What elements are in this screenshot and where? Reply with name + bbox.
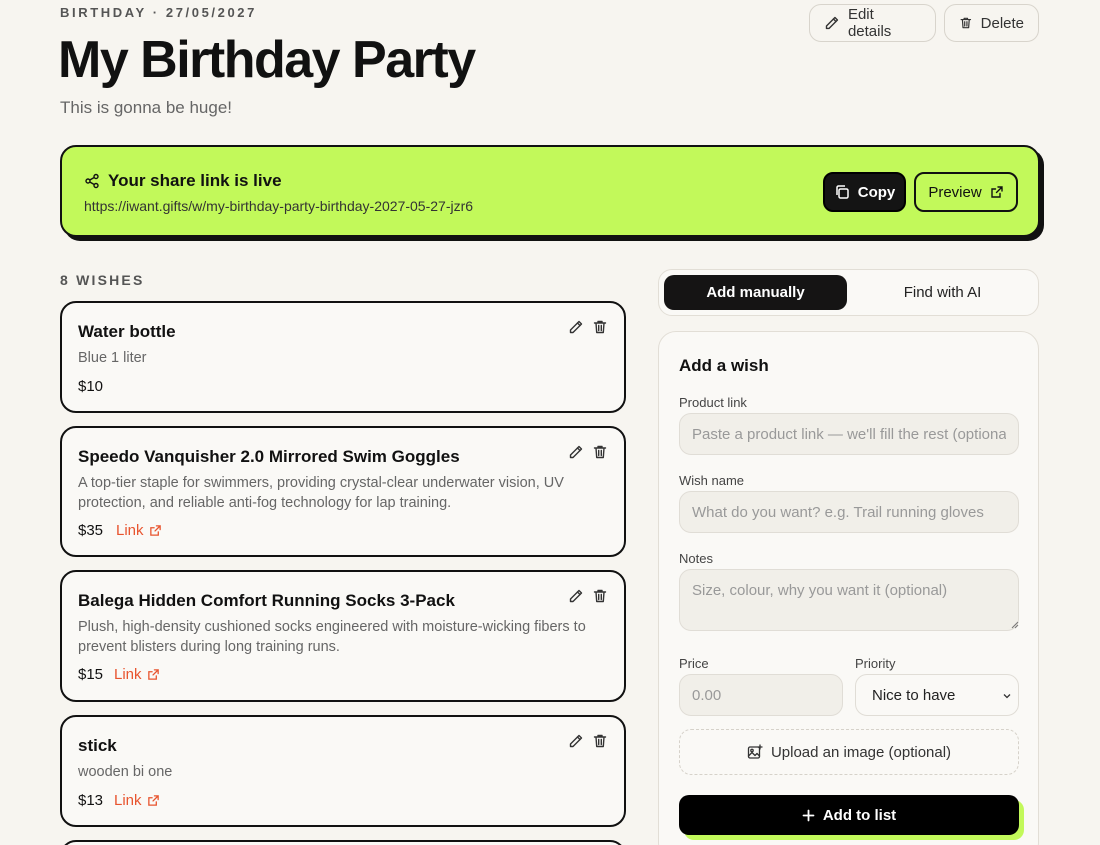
wish-link-label: Link <box>114 792 142 809</box>
add-mode-tabs: Add manually Find with AI <box>658 269 1039 316</box>
wish-link[interactable]: Link <box>114 666 160 683</box>
resize-handle-icon[interactable] <box>1011 621 1019 629</box>
plus-icon <box>802 809 815 821</box>
trash-icon[interactable] <box>592 444 608 460</box>
wish-card[interactable]: Water bottle Blue 1 liter $10 <box>60 301 626 413</box>
wish-name-label: Wish name <box>679 473 745 488</box>
pencil-icon[interactable] <box>568 588 584 604</box>
trash-icon <box>960 17 972 29</box>
wish-notes: wooden bi one <box>78 764 173 780</box>
wish-link-label: Link <box>116 522 144 539</box>
wish-price: $10 <box>78 378 104 395</box>
wish-price: $15 <box>78 666 104 683</box>
price-label: Price <box>679 656 709 671</box>
event-subtitle: This is gonna be huge! <box>60 98 233 117</box>
wish-price: $13 <box>78 792 104 809</box>
wish-name: Speedo Vanquisher 2.0 Mirrored Swim Gogg… <box>78 447 460 466</box>
priority-select[interactable]: Nice to have <box>855 674 1019 716</box>
upload-label: Upload an image (optional) <box>770 743 952 761</box>
share-link-banner: Your share link is live https://iwant.gi… <box>60 145 1040 237</box>
chevron-down-icon <box>1003 694 1011 699</box>
share-icon <box>85 173 99 189</box>
form-title: Add a wish <box>679 356 769 375</box>
wishes-count: 8 WISHES <box>60 272 145 288</box>
wish-price: $35 <box>78 522 104 539</box>
wish-notes: Plush, high-density cushioned socks engi… <box>78 619 586 655</box>
pencil-icon <box>825 16 839 30</box>
share-heading-row: Your share link is live <box>84 171 282 191</box>
product-link-input[interactable] <box>679 413 1019 455</box>
tab-find-with-ai[interactable]: Find with AI <box>851 275 1034 310</box>
wish-notes: Blue 1 liter <box>78 350 147 366</box>
wish-card[interactable]: Balega Hidden Comfort Running Socks 3-Pa… <box>60 570 626 702</box>
external-link-icon <box>147 795 159 806</box>
external-link-icon <box>149 525 161 536</box>
pencil-icon[interactable] <box>568 444 584 460</box>
edit-details-button[interactable]: Edit details <box>809 4 936 42</box>
add-to-list-label: Add to list <box>822 806 897 824</box>
share-url: https://iwant.gifts/w/my-birthday-party-… <box>84 198 474 214</box>
add-wish-form: Add a wish Product link Wish name Notes … <box>658 331 1039 845</box>
share-heading: Your share link is live <box>108 171 282 190</box>
add-to-list-button[interactable]: Add to list <box>679 795 1019 835</box>
wish-name: Water bottle <box>78 322 176 341</box>
wish-name: Balega Hidden Comfort Running Socks 3-Pa… <box>78 591 455 610</box>
wish-link[interactable]: Link <box>116 522 162 539</box>
wish-name-input[interactable] <box>679 491 1019 533</box>
trash-icon[interactable] <box>592 588 608 604</box>
external-link-icon <box>147 669 159 680</box>
image-icon <box>747 744 763 759</box>
wish-card[interactable]: Speedo Vanquisher 2.0 Mirrored Swim Gogg… <box>60 426 626 557</box>
upload-image-button[interactable]: Upload an image (optional) <box>679 729 1019 775</box>
preview-button[interactable]: Preview <box>914 172 1018 212</box>
wish-name: stick <box>78 736 117 755</box>
copy-label: Copy <box>857 183 896 201</box>
page-title: My Birthday Party <box>58 31 476 89</box>
notes-textarea[interactable] <box>679 569 1019 631</box>
tab-add-manually[interactable]: Add manually <box>664 275 847 310</box>
trash-icon[interactable] <box>592 733 608 749</box>
trash-icon[interactable] <box>592 319 608 335</box>
copy-link-button[interactable]: Copy <box>823 172 906 212</box>
preview-label: Preview <box>928 183 982 201</box>
product-link-label: Product link <box>679 395 747 410</box>
notes-label: Notes <box>679 551 713 566</box>
pencil-icon[interactable] <box>568 733 584 749</box>
wish-card[interactable] <box>60 840 626 845</box>
copy-icon <box>836 185 849 199</box>
wish-card[interactable]: stick wooden bi one $13 Link <box>60 715 626 827</box>
priority-value: Nice to have <box>872 686 956 704</box>
delete-event-button[interactable]: Delete <box>944 4 1039 42</box>
wish-link[interactable]: Link <box>114 792 160 809</box>
priority-label: Priority <box>855 656 896 671</box>
event-eyebrow: BIRTHDAY · 27/05/2027 <box>60 5 257 20</box>
wish-notes: A top-tier staple for swimmers, providin… <box>78 475 564 511</box>
external-link-icon <box>990 186 1003 198</box>
wish-link-label: Link <box>114 666 142 683</box>
delete-label: Delete <box>980 14 1024 32</box>
edit-details-label: Edit details <box>847 6 892 40</box>
price-input[interactable] <box>679 674 843 716</box>
pencil-icon[interactable] <box>568 319 584 335</box>
